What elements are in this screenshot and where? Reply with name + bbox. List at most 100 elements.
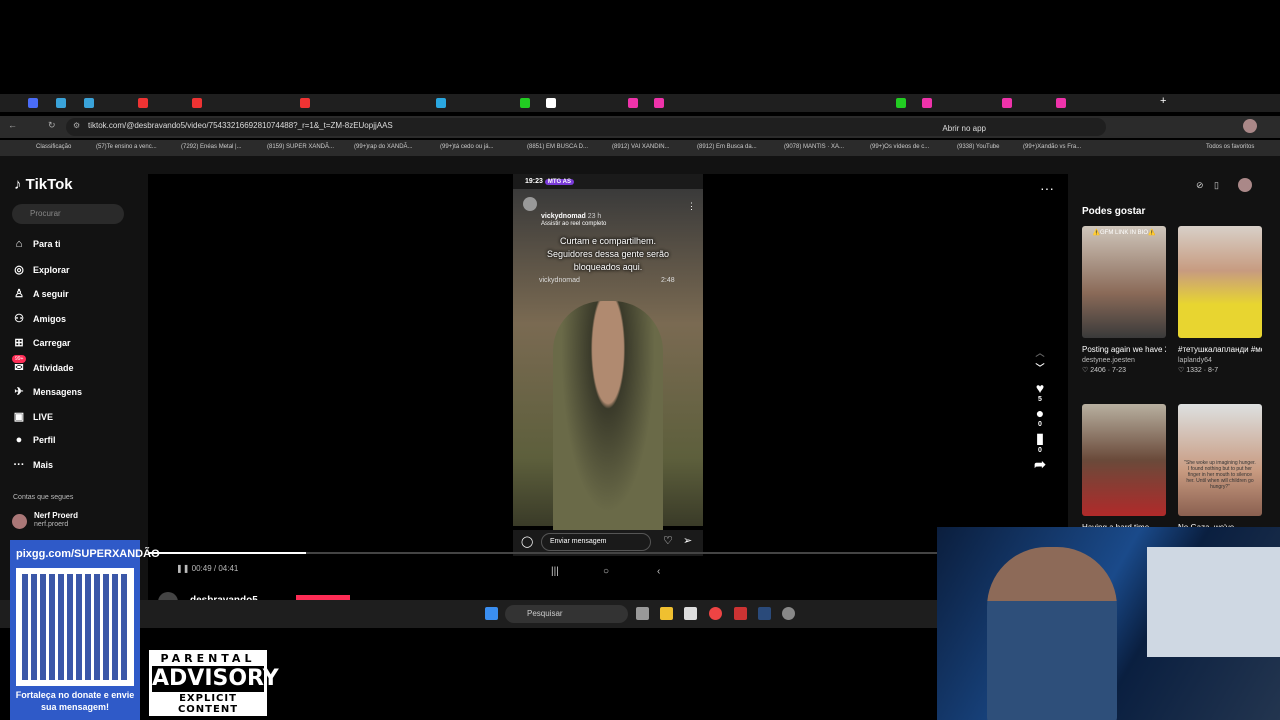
search-input[interactable]: Procurar — [12, 204, 124, 224]
heart-icon[interactable]: ♡ — [663, 534, 673, 547]
nav-explore[interactable]: ◎ Explorar — [13, 263, 69, 276]
suggestions-title: Podes gostar — [1082, 206, 1146, 217]
following-name[interactable]: Nerf Proerd — [34, 511, 78, 520]
tab-icon[interactable] — [1002, 98, 1012, 108]
tab-icon[interactable] — [922, 98, 932, 108]
back-icon[interactable]: ← — [8, 120, 17, 130]
bookmark-item[interactable]: (7292) Enéas Metal |... — [181, 144, 242, 150]
more-options-icon[interactable]: ··· — [1040, 180, 1054, 196]
video-frame: 19:23 MTG AS vickydnomad 23 h Assistir ao… — [513, 174, 703, 541]
live-icon: ▣ — [13, 411, 25, 423]
send-icon: ✈ — [14, 386, 24, 398]
tiktok-logo[interactable]: ♪ TikTok — [14, 176, 73, 193]
avatar[interactable] — [12, 514, 27, 529]
taskbar-search[interactable]: Pesquisar — [505, 605, 628, 623]
store-icon[interactable] — [684, 607, 697, 620]
open-in-app-button[interactable]: Abrir no app — [942, 124, 986, 133]
profile-avatar[interactable] — [1243, 119, 1257, 133]
home-icon: ⌂ — [15, 238, 23, 250]
nav-upload[interactable]: ⊞ Carregar — [13, 336, 70, 349]
comment-icon[interactable]: ● — [1028, 405, 1052, 421]
save-count: 0 — [1038, 447, 1042, 454]
bookmark-item[interactable]: (99+)Os vídeos de c... — [870, 144, 929, 150]
tab-icon[interactable] — [1056, 98, 1066, 108]
friends-icon: ⚇ — [14, 313, 24, 325]
nav-more[interactable]: ··· Mais — [13, 459, 54, 471]
suggestion-card[interactable]: Having a hard time... — [1082, 404, 1166, 533]
tab-icon[interactable] — [896, 98, 906, 108]
card-author: destynee.joesten — [1082, 357, 1135, 364]
tab-icon[interactable] — [28, 98, 38, 108]
up-chevron-icon[interactable]: ︿ — [1028, 346, 1052, 359]
tab-icon[interactable] — [300, 98, 310, 108]
bookmark-item[interactable]: (99+)rap do XANDÃ... — [354, 144, 413, 150]
bookmark-item[interactable]: (57)Te ensino a venc... — [96, 144, 157, 150]
bookmark-icon[interactable]: ▮ — [1028, 430, 1052, 447]
tab-icon[interactable] — [654, 98, 664, 108]
reload-icon[interactable]: ↻ — [48, 120, 56, 131]
bookmark-item[interactable]: (8912) Em Busca da... — [697, 144, 757, 150]
steam-icon[interactable] — [758, 607, 771, 620]
down-chevron-icon[interactable]: ﹀ — [1028, 361, 1052, 374]
task-view-icon[interactable] — [636, 607, 649, 620]
suggestion-card[interactable]: "She woke up imagining hunger. I found n… — [1178, 404, 1262, 533]
suggestion-card[interactable]: ⚠️GFM LINK IN BIO⚠️ Posting again we hav… — [1082, 226, 1166, 374]
settings-icon[interactable] — [782, 607, 795, 620]
tab-icon[interactable] — [520, 98, 530, 108]
video-progress[interactable] — [148, 552, 938, 554]
nav-messages[interactable]: ✈ Mensagens — [13, 385, 82, 398]
nav-following[interactable]: ♙ A seguir — [13, 287, 69, 300]
like-count: 5 — [1038, 396, 1042, 403]
bookmark-item[interactable]: (99+)tá cedo ou já... — [440, 144, 494, 150]
windows-start-icon[interactable] — [485, 607, 498, 620]
story-username: vickydnomad — [541, 213, 586, 220]
tiktok-note-icon: ♪ — [14, 176, 22, 193]
video-player[interactable]: 19:23 MTG AS vickydnomad 23 h Assistir ao… — [148, 174, 1068, 612]
nav-for-you[interactable]: ⌂ Para ti — [13, 238, 61, 250]
bookmark-item[interactable]: (8912) VAI XANDIN... — [612, 144, 670, 150]
compass-icon[interactable]: ⊘ — [1196, 180, 1204, 191]
story-user: vickydnomad 23 h Assistir ao reel complet… — [541, 213, 606, 227]
nav-live[interactable]: ▣ LIVE — [13, 410, 53, 423]
app-icon[interactable] — [734, 607, 747, 620]
user-follow-icon: ♙ — [14, 288, 24, 300]
tab-icon[interactable] — [546, 98, 556, 108]
all-bookmarks-button[interactable]: Todos os favoritos — [1206, 144, 1254, 150]
tab-icon[interactable] — [436, 98, 446, 108]
share-icon[interactable]: ➦ — [1028, 456, 1052, 473]
tab-icon[interactable] — [628, 98, 638, 108]
video-caption: Curtam e compartilhem. Seguidores dessa … — [546, 236, 670, 272]
nav-label: LIVE — [33, 412, 54, 422]
phone-icon[interactable]: ▯ — [1214, 180, 1219, 191]
pause-icon[interactable]: ❚❚ — [176, 564, 189, 573]
nav-profile[interactable]: ● Perfil — [13, 434, 56, 446]
message-input[interactable]: Enviar mensagem — [541, 533, 651, 551]
bookmark-item[interactable]: (9338) YouTube — [957, 144, 999, 150]
bookmark-item[interactable]: (8851) EM BUSCA D... — [527, 144, 588, 150]
nav-friends[interactable]: ⚇ Amigos — [13, 312, 66, 325]
donate-overlay: pixgg.com/SUPERXANDÃO Fortaleça no donat… — [10, 540, 160, 720]
tab-icon[interactable] — [84, 98, 94, 108]
suggestion-card[interactable]: #тетушкалапланди #мойканал... laplandy64… — [1178, 226, 1262, 374]
file-explorer-icon[interactable] — [660, 607, 673, 620]
like-icon[interactable]: ♥ — [1028, 380, 1052, 396]
streamer-shape — [987, 547, 1117, 720]
avatar[interactable] — [1238, 178, 1252, 192]
activity-badge: 99+ — [12, 355, 27, 363]
thumb-overlay: ⚠️GFM LINK IN BIO⚠️ — [1092, 230, 1156, 236]
upload-icon: ⊞ — [14, 337, 24, 349]
camera-icon[interactable]: ◯ — [521, 535, 533, 548]
chrome-icon[interactable] — [709, 607, 722, 620]
send-icon[interactable]: ➢ — [683, 534, 692, 547]
tab-icon[interactable] — [138, 98, 148, 108]
story-more-icon: ⋮ — [687, 201, 696, 211]
url-field[interactable]: ⚙ tiktok.com/@desbravando5/video/7543321… — [66, 118, 1106, 136]
bookmark-item[interactable]: (99+)Xandão vs Fra... — [1023, 144, 1081, 150]
tab-icon[interactable] — [56, 98, 66, 108]
new-tab-icon[interactable]: + — [1160, 95, 1166, 107]
bookmark-item[interactable]: Classificação — [36, 144, 71, 150]
tab-icon[interactable] — [192, 98, 202, 108]
bookmark-item[interactable]: (9078) MANTIS · XA... — [784, 144, 844, 150]
bookmark-item[interactable]: (8159) SUPER XANDÃ... — [267, 144, 334, 150]
site-info-icon[interactable]: ⚙ — [73, 121, 80, 130]
